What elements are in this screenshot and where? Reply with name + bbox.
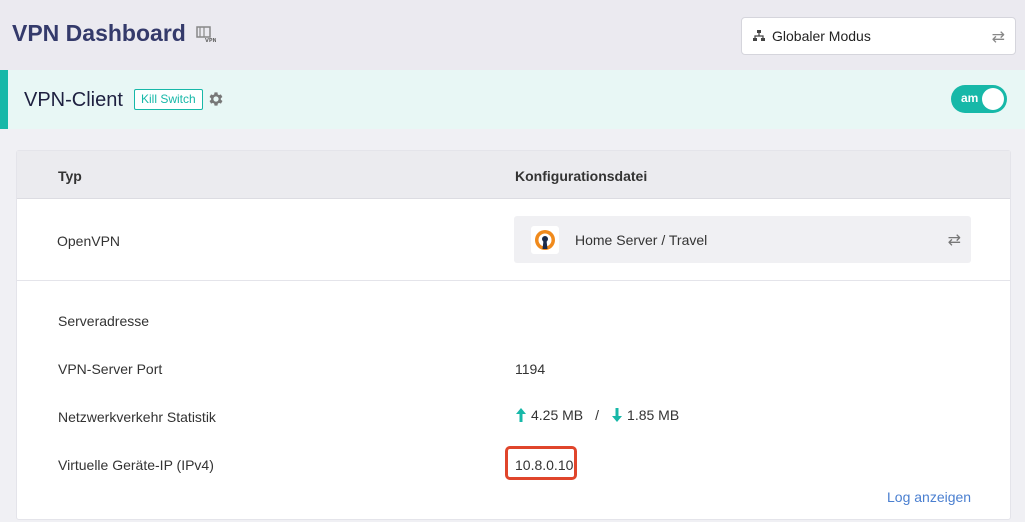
gear-icon[interactable] [207, 90, 225, 108]
mode-select-value: Globaler Modus [772, 28, 871, 44]
toggle-label: am [961, 91, 979, 105]
traffic-separator: / [595, 407, 600, 423]
network-icon [753, 30, 765, 41]
traffic-label: Netzwerkverkehr Statistik [58, 409, 216, 425]
config-file-value: Home Server / Travel [575, 232, 708, 248]
page-title-text: VPN Dashboard [12, 20, 186, 46]
virtual-ip-label: Virtuelle Geräte-IP (IPv4) [58, 457, 214, 473]
swap-icon: ⇄ [947, 232, 961, 249]
upload-arrow-icon [516, 408, 526, 422]
server-address-label: Serveradresse [58, 313, 150, 329]
download-arrow-icon [612, 408, 623, 422]
vpn-client-title: VPN-Client [24, 89, 123, 111]
toggle-knob [982, 88, 1004, 110]
column-header-config: Konfigurationsdatei [515, 168, 648, 184]
kill-switch-badge[interactable]: Kill Switch [134, 89, 203, 110]
upload-value: 4.25 MB [531, 407, 584, 423]
port-label: VPN-Server Port [58, 361, 163, 377]
svg-text:VPN: VPN [205, 38, 216, 43]
vpn-client-bar: VPN-Client Kill Switch am [0, 70, 1025, 129]
download-value: 1.85 MB [627, 407, 680, 423]
mode-select[interactable]: Globaler Modus ⇄ [741, 17, 1016, 55]
swap-icon: ⇄ [991, 29, 1005, 46]
show-log-link[interactable]: Log anzeigen [887, 489, 971, 505]
table-header: Typ Konfigurationsdatei [17, 151, 1010, 199]
header: VPN Dashboard VPN Globaler Modus ⇄ [0, 0, 1025, 70]
vpn-toggle[interactable]: am [951, 85, 1007, 113]
vpn-config-card: Typ Konfigurationsdatei OpenVPN Home Ser… [16, 150, 1011, 520]
page-title: VPN Dashboard VPN [12, 20, 216, 47]
vpn-icon: VPN [196, 25, 216, 43]
vpn-type-value: OpenVPN [57, 233, 121, 249]
openvpn-icon [531, 226, 559, 254]
ip-highlight-box [505, 446, 577, 480]
column-header-type: Typ [58, 168, 82, 184]
traffic-value: 4.25 MB / 1.85 MB [515, 407, 679, 423]
connection-details: Serveradresse VPN-Server Port 1194 Netzw… [17, 280, 1010, 520]
config-file-select[interactable]: Home Server / Travel ⇄ [514, 216, 971, 263]
port-value: 1194 [515, 361, 546, 377]
